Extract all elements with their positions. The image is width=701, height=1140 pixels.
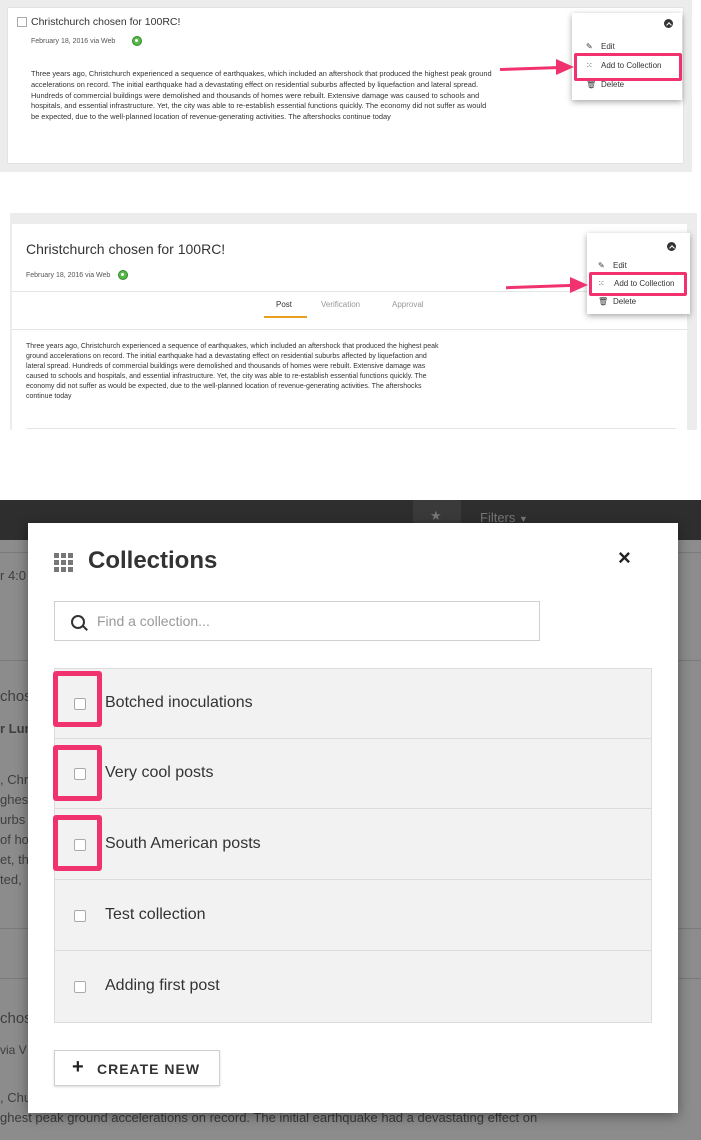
create-new-button[interactable]: + CREATE NEW: [54, 1050, 220, 1086]
source-badge-icon: [118, 270, 128, 280]
star-icon[interactable]: ★: [430, 508, 442, 524]
edit-menu-item[interactable]: ✎ Edit: [586, 42, 615, 51]
source-badge-icon: [132, 36, 142, 46]
collection-item[interactable]: Adding first post: [55, 952, 651, 1022]
plus-icon: +: [72, 1056, 84, 1078]
collection-label: Test collection: [105, 906, 206, 923]
chevron-up-icon[interactable]: [664, 19, 673, 28]
post-detail-body: Three years ago, Christchurch experience…: [26, 343, 439, 400]
collections-modal: Collections × Botched inoculations Very …: [28, 523, 678, 1113]
active-tab-indicator: [264, 316, 307, 318]
collection-item[interactable]: Botched inoculations: [55, 669, 651, 739]
collection-search-input[interactable]: [97, 602, 527, 640]
background-text: , Chu: [0, 1090, 32, 1105]
background-text: of ho: [0, 832, 29, 847]
post-title[interactable]: Christchurch chosen for 100RC!: [31, 16, 180, 28]
divider: [12, 329, 687, 330]
collection-label: South American posts: [105, 835, 261, 852]
edit-menu-item[interactable]: ✎ Edit: [598, 261, 627, 270]
background-text: chos: [0, 1010, 32, 1027]
background-text: ghes: [0, 792, 29, 807]
highlight-box: [574, 53, 682, 81]
tab-approval[interactable]: Approval: [392, 300, 424, 309]
background-text: , Chr: [0, 772, 29, 787]
collections-grid-icon: [54, 553, 74, 573]
tab-post[interactable]: Post: [276, 300, 292, 309]
background-text: r 4:0: [0, 568, 27, 583]
tab-verification[interactable]: Verification: [321, 300, 360, 309]
create-new-label: CREATE NEW: [97, 1061, 201, 1077]
post-detail-meta: February 18, 2016 via Web: [26, 272, 111, 279]
post-detail-title: Christchurch chosen for 100RC!: [26, 241, 226, 257]
highlight-box: [589, 272, 687, 296]
delete-menu-item[interactable]: 🗑 Delete: [586, 80, 624, 89]
checkbox-highlight: [53, 815, 102, 871]
background-text: via V: [0, 1043, 27, 1057]
search-icon: [71, 615, 85, 629]
collection-label: Botched inoculations: [105, 694, 253, 711]
checkbox-highlight: [53, 671, 102, 727]
collection-item[interactable]: Very cool posts: [55, 739, 651, 809]
collection-label: Very cool posts: [105, 764, 214, 781]
pencil-icon: ✎: [586, 42, 593, 51]
delete-menu-item[interactable]: 🗑 Delete: [598, 297, 636, 306]
background-text: et, th: [0, 852, 29, 867]
collections-list: Botched inoculations Very cool posts Sou…: [54, 668, 652, 1023]
pencil-icon: ✎: [598, 261, 605, 270]
collection-checkbox[interactable]: [74, 910, 86, 922]
post-meta: February 18, 2016 via Web: [31, 38, 116, 45]
pointer-arrowhead: [556, 59, 574, 75]
divider: [26, 428, 676, 429]
pointer-arrowhead: [570, 277, 588, 293]
modal-title: Collections: [88, 547, 218, 574]
background-text: chos: [0, 688, 32, 705]
background-text: ted,: [0, 872, 22, 887]
collection-item[interactable]: Test collection: [55, 881, 651, 951]
post-select-checkbox[interactable]: [17, 17, 27, 27]
collection-label: Adding first post: [105, 977, 220, 994]
chevron-up-icon[interactable]: [667, 242, 676, 251]
collection-checkbox[interactable]: [74, 981, 86, 993]
collection-search: [54, 601, 540, 641]
collection-item[interactable]: South American posts: [55, 810, 651, 880]
close-icon[interactable]: ×: [618, 545, 631, 571]
trash-icon: 🗑: [586, 80, 597, 89]
trash-icon: 🗑: [598, 297, 609, 306]
checkbox-highlight: [53, 745, 102, 801]
post-body: Three years ago, Christchurch experience…: [31, 69, 492, 122]
